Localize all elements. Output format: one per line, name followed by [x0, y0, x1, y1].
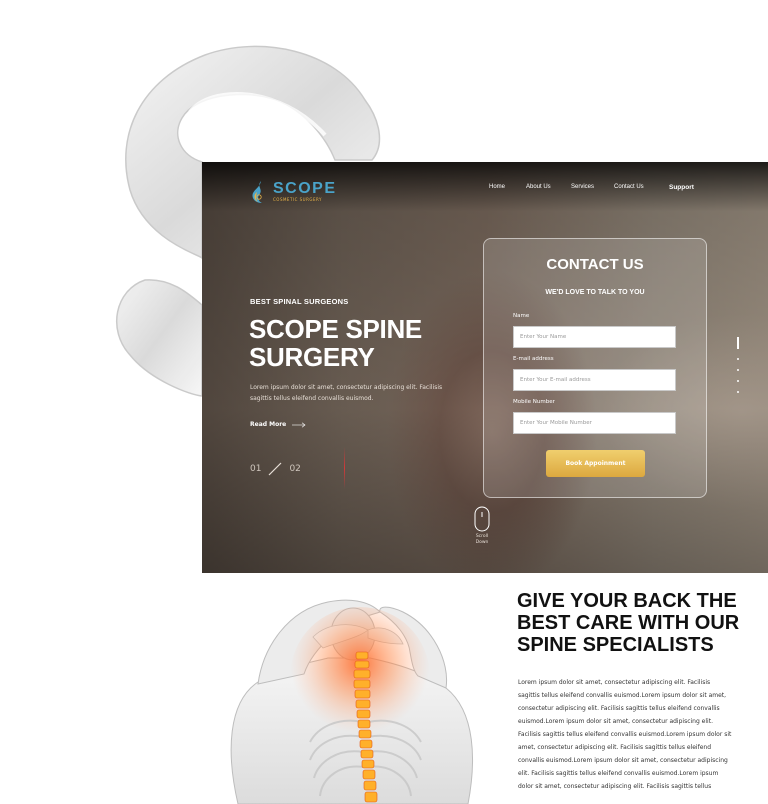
logo-name: SCOPE — [273, 180, 337, 197]
hero-description: Lorem ipsum dolor sit amet, consectetur … — [250, 384, 443, 402]
contact-subtitle: WE'D LOVE TO TALK TO YOU — [545, 289, 645, 296]
logo[interactable]: SCOPE COSMETIC SURGERY — [250, 180, 337, 204]
contact-form: CONTACT US WE'D LOVE TO TALK TO YOU Name… — [483, 238, 707, 498]
slide-counter: 01 02 — [250, 462, 301, 476]
logo-flame-icon — [252, 181, 262, 203]
read-more-link[interactable]: Read More — [250, 421, 306, 428]
name-label: Name — [513, 313, 530, 319]
slash-divider-icon — [269, 462, 282, 476]
nav-about-us[interactable]: About Us — [526, 184, 571, 191]
nav-support[interactable]: Support — [669, 184, 694, 191]
email-label: E-mail address — [513, 356, 554, 362]
mobile-field[interactable] — [513, 412, 676, 434]
book-appointment-button[interactable]: Book Appoinment — [546, 450, 645, 477]
read-more-label: Read More — [250, 421, 287, 428]
pager-dot[interactable] — [737, 358, 739, 360]
section-body: Lorem ipsum dolor sit amet, consectetur … — [518, 679, 732, 790]
mouse-icon[interactable] — [474, 506, 490, 532]
logo-subtitle: COSMETIC SURGERY — [273, 197, 322, 202]
slide-total[interactable]: 02 — [289, 464, 300, 474]
hero-title: SCOPE SPINE SURGERY — [249, 314, 422, 372]
accent-line — [344, 447, 345, 489]
nav-home[interactable]: Home — [489, 184, 526, 191]
pager-dot[interactable] — [737, 380, 739, 382]
email-field[interactable] — [513, 369, 676, 391]
main-nav: Home About Us Services Contact Us Suppor… — [489, 184, 694, 191]
scroll-down-label: Scroll Down — [475, 534, 489, 545]
name-field[interactable] — [513, 326, 676, 348]
contact-title: CONTACT US — [546, 256, 644, 273]
section-title: GIVE YOUR BACK THE BEST CARE WITH OUR SP… — [517, 590, 740, 656]
pager-dot[interactable] — [737, 391, 739, 393]
pager-active-indicator[interactable] — [737, 337, 739, 349]
nav-services[interactable]: Services — [571, 184, 614, 191]
spine-illustration — [230, 599, 474, 804]
nav-contact-us[interactable]: Contact Us — [614, 184, 669, 191]
hero-eyebrow: BEST SPINAL SURGEONS — [250, 297, 349, 306]
hero-section: SCOPE COSMETIC SURGERY Home About Us Ser… — [202, 162, 768, 573]
vertical-pager — [737, 337, 739, 393]
slide-current[interactable]: 01 — [250, 464, 261, 474]
mobile-label: Mobile Number — [513, 399, 555, 405]
pager-dot[interactable] — [737, 369, 739, 371]
arrow-right-icon — [292, 422, 306, 427]
